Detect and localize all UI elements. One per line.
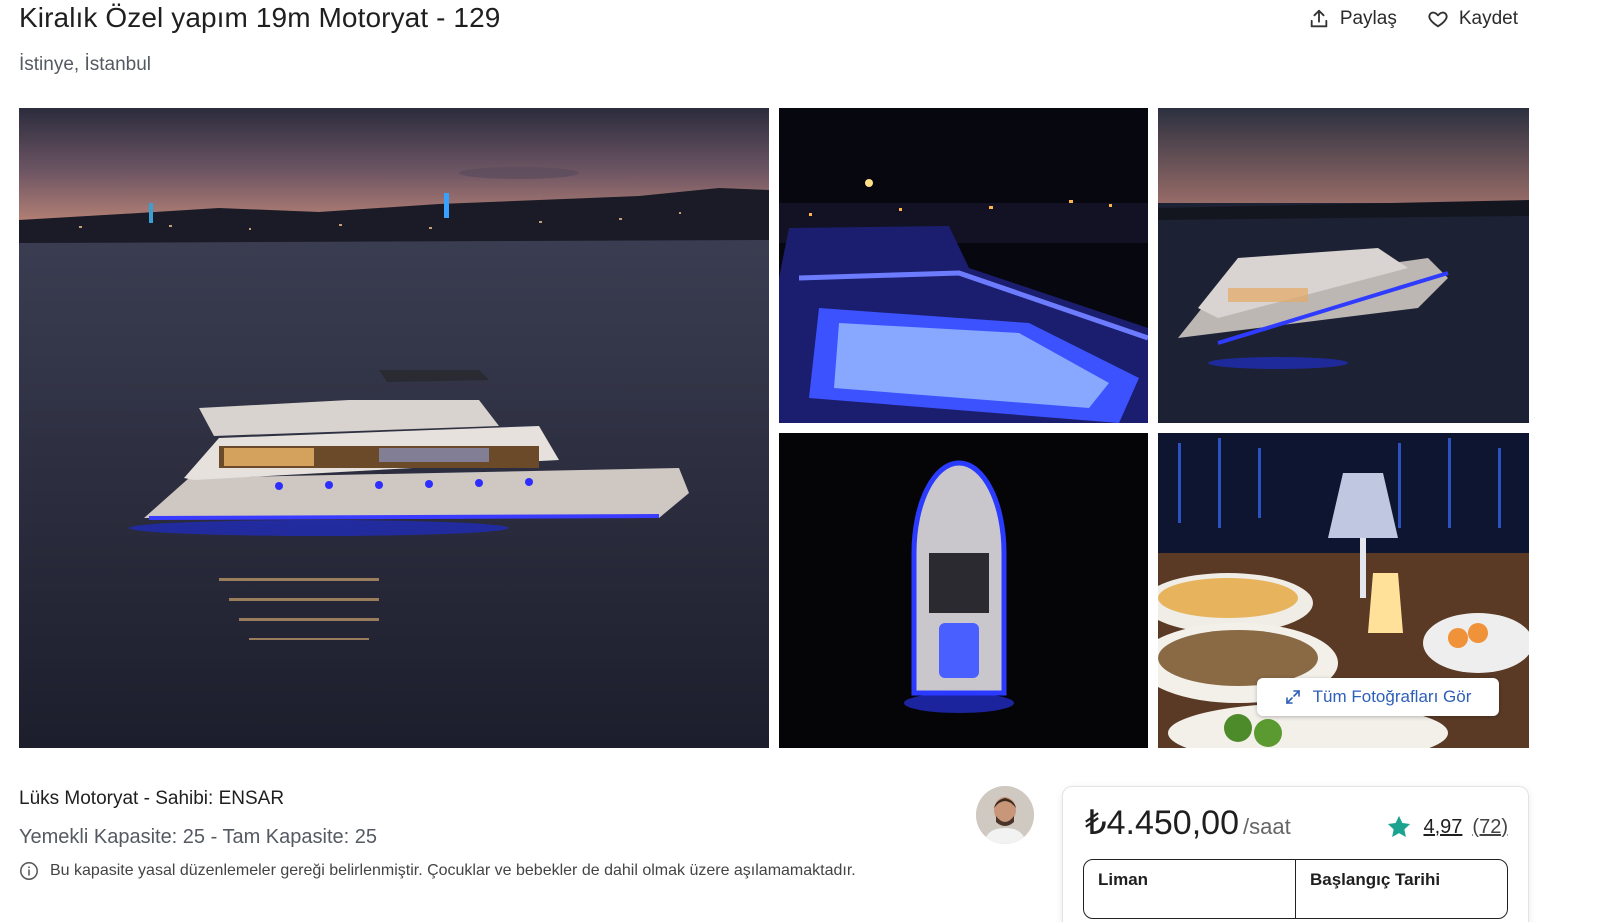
gallery-photo-side[interactable] bbox=[1158, 108, 1529, 423]
location-text: İstinye, İstanbul bbox=[19, 54, 152, 75]
gallery-photo-main[interactable] bbox=[19, 108, 769, 748]
info-icon bbox=[20, 862, 38, 880]
booking-card: ₺4.450,00 /saat 4,97 (72) Liman Başlangı… bbox=[1062, 786, 1529, 922]
share-button[interactable]: Paylaş bbox=[1308, 8, 1397, 30]
share-label: Paylaş bbox=[1339, 8, 1397, 29]
star-icon bbox=[1388, 815, 1411, 838]
gallery-photo-deck[interactable] bbox=[779, 108, 1148, 423]
capacity-text: Yemekli Kapasite: 25 - Tam Kapasite: 25 bbox=[19, 826, 377, 848]
port-field[interactable]: Liman bbox=[1084, 860, 1295, 918]
share-icon bbox=[1310, 9, 1328, 28]
price-unit: /saat bbox=[1243, 814, 1291, 839]
start-date-field[interactable]: Başlangıç Tarihi bbox=[1295, 860, 1507, 918]
gallery-photo-topdown[interactable] bbox=[779, 433, 1148, 748]
save-label: Kaydet bbox=[1458, 8, 1518, 29]
header-actions: Paylaş Kaydet bbox=[1308, 8, 1518, 30]
price-amount: ₺4.450,00 bbox=[1085, 804, 1239, 842]
capacity-notice-text: Bu kapasite yasal düzenlemeler gereği be… bbox=[50, 862, 856, 879]
expand-icon bbox=[1285, 690, 1300, 704]
rating: 4,97 (72) bbox=[1385, 813, 1508, 841]
photo-gallery: Tüm Fotoğrafları Gör bbox=[19, 108, 1529, 748]
view-all-photos-button[interactable]: Tüm Fotoğrafları Gör bbox=[1257, 678, 1499, 716]
view-all-photos-label: Tüm Fotoğrafları Gör bbox=[1312, 687, 1472, 706]
page-title: Kiralık Özel yapım 19m Motoryat - 129 bbox=[19, 2, 501, 33]
heart-icon bbox=[1428, 11, 1448, 28]
review-count[interactable]: (72) bbox=[1472, 816, 1508, 839]
capacity-notice: Bu kapasite yasal düzenlemeler gereği be… bbox=[19, 861, 856, 881]
listing-subtitle: Lüks Motoryat - Sahibi: ENSAR bbox=[19, 788, 285, 809]
save-button[interactable]: Kaydet bbox=[1427, 8, 1518, 30]
rating-value[interactable]: 4,97 bbox=[1423, 816, 1462, 839]
host-avatar[interactable] bbox=[976, 786, 1034, 844]
booking-fields: Liman Başlangıç Tarihi bbox=[1083, 859, 1508, 919]
